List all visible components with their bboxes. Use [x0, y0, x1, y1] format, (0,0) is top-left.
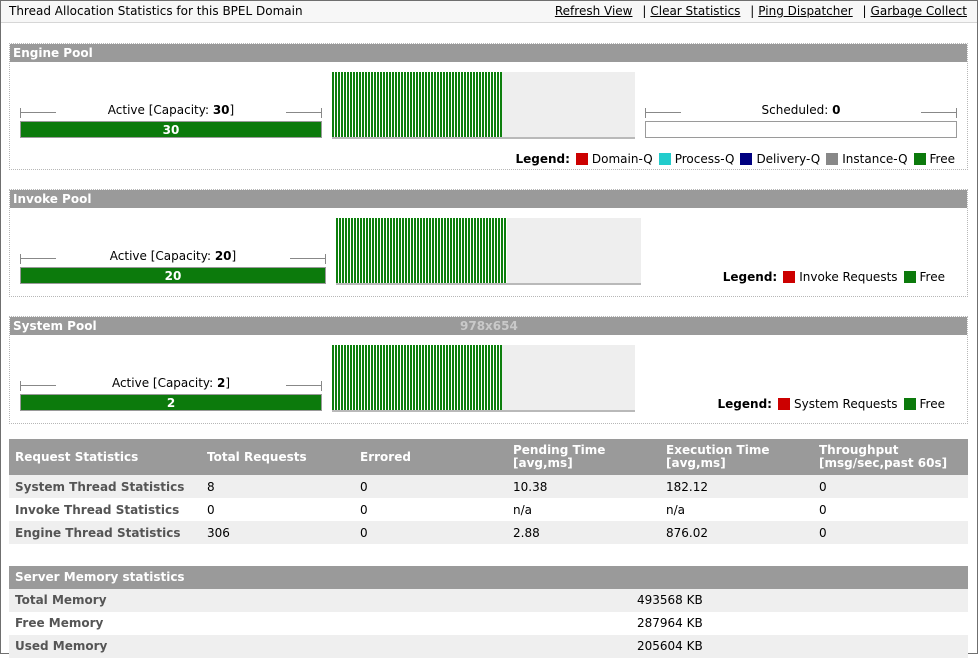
garbage-collect-link[interactable]: Garbage Collect: [871, 4, 967, 18]
engine-scheduled-bar: [645, 121, 957, 138]
engine-active-value: 30: [162, 123, 180, 137]
column-header: Request Statistics: [9, 439, 201, 475]
engine-pool-section: Engine Pool Active [Capacity: 30] 30 Sch…: [9, 43, 968, 170]
table-row: Engine Thread Statistics 306 0 2.88 876.…: [9, 521, 968, 544]
engine-legend: Legend: Domain-Q Process-Q Delivery-Q Instan…: [515, 152, 955, 166]
clear-statistics-link[interactable]: Clear Statistics: [650, 4, 740, 18]
column-header: Pending Time [avg,ms]: [507, 439, 660, 475]
link-separator: |: [750, 4, 755, 18]
refresh-view-link[interactable]: Refresh View: [555, 4, 633, 18]
link-separator: |: [862, 4, 867, 18]
table-row: Invoke Thread Statistics 0 0 n/a n/a 0: [15, 502, 827, 517]
invoke-requests-swatch: [783, 271, 796, 283]
engine-thread-chart: [332, 72, 635, 139]
column-header: Execution Time [avg,ms]: [660, 439, 813, 475]
memory-row-free: Free Memory 287964 KB: [15, 616, 703, 630]
engine-scheduled: Scheduled: 0: [645, 103, 957, 121]
free-swatch: [903, 398, 916, 410]
size-watermark: 978x654: [460, 319, 518, 333]
system-active-value: 2: [166, 396, 176, 410]
table-row: System Thread Statistics 8 0 10.38 182.1…: [9, 475, 968, 498]
process-q-swatch: [658, 153, 671, 165]
invoke-active-bar: 20: [20, 267, 326, 284]
engine-active-capacity: Active [Capacity: 30]: [20, 103, 322, 121]
column-header: Throughput [msg/sec,past 60s]: [813, 439, 968, 475]
column-header: Errored: [354, 439, 507, 475]
free-swatch: [913, 153, 926, 165]
system-thread-fill: [332, 345, 502, 410]
invoke-active-capacity: Active [Capacity: 20]: [20, 249, 326, 267]
invoke-thread-fill: [336, 218, 507, 283]
engine-thread-fill: [332, 72, 502, 137]
domain-q-swatch: [575, 153, 588, 165]
invoke-capacity-value: 20: [214, 249, 232, 263]
engine-pool-title: Engine Pool: [10, 44, 967, 62]
system-active-bar: 2: [20, 394, 322, 411]
invoke-legend: Legend: Invoke Requests Free: [722, 270, 945, 284]
top-bar: Thread Allocation Statistics for this BP…: [1, 1, 977, 23]
invoke-thread-chart: [336, 218, 641, 285]
request-statistics-table: Request Statistics Total Requests Errore…: [9, 439, 968, 544]
free-swatch: [903, 271, 916, 283]
ping-dispatcher-link[interactable]: Ping Dispatcher: [758, 4, 852, 18]
memory-row-used: Used Memory 205604 KB: [9, 635, 968, 658]
system-thread-chart: [332, 345, 635, 412]
invoke-active-value: 20: [164, 269, 182, 283]
engine-scheduled-value: 0: [832, 103, 841, 117]
delivery-q-swatch: [740, 153, 753, 165]
column-header: Total Requests: [201, 439, 354, 475]
system-legend: Legend: System Requests Free: [717, 397, 945, 411]
engine-active-bar: 30: [20, 121, 322, 138]
instance-q-swatch: [826, 153, 839, 165]
memory-statistics-title: Server Memory statistics: [9, 566, 968, 589]
system-requests-swatch: [777, 398, 790, 410]
engine-capacity-value: 30: [212, 103, 230, 117]
memory-row-total: Total Memory 493568 KB: [9, 589, 968, 612]
table-header-row: Request Statistics Total Requests Errore…: [9, 439, 968, 475]
invoke-pool-title: Invoke Pool: [10, 190, 967, 208]
invoke-pool-section: Invoke Pool Active [Capacity: 20] 20 Leg…: [9, 189, 968, 297]
page-title: Thread Allocation Statistics for this BP…: [9, 4, 303, 18]
action-links: Refresh View | Clear Statistics | Ping Dis…: [555, 4, 967, 18]
system-active-capacity: Active [Capacity: 2]: [20, 376, 322, 394]
link-separator: |: [642, 4, 647, 18]
